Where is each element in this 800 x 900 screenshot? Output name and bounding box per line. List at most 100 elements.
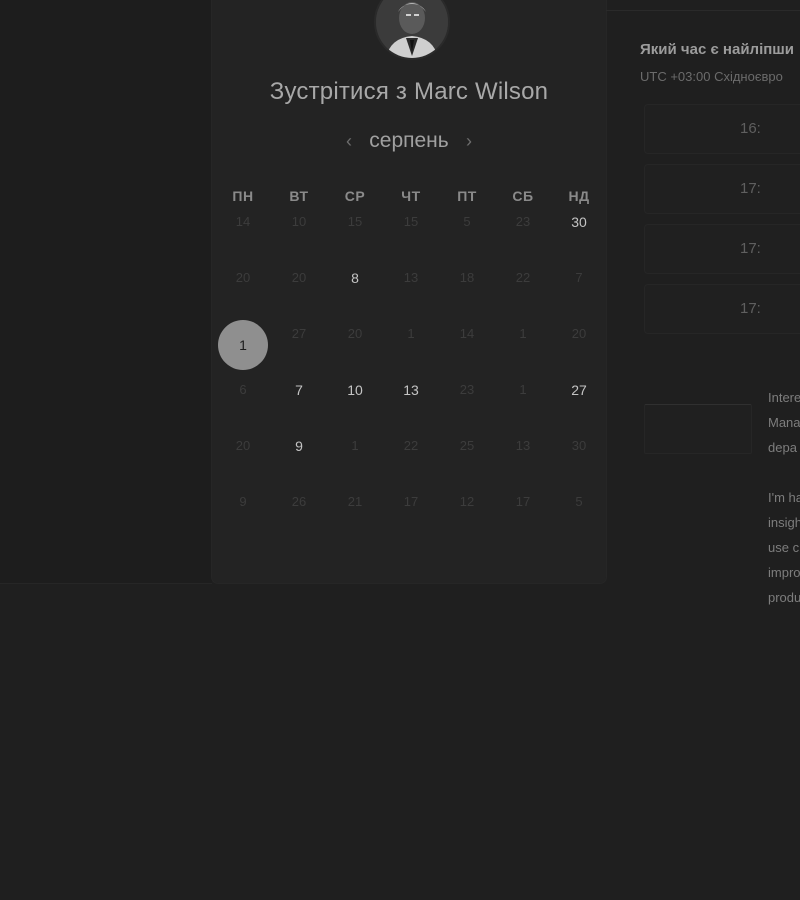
calendar-day-label: 10: [291, 214, 307, 229]
calendar-day-label: 1: [407, 326, 415, 341]
calendar-day-label: 18: [459, 270, 475, 285]
description-line: insigh: [768, 515, 800, 530]
calendar-day-label: 20: [291, 270, 307, 285]
calendar-day-label: 17: [515, 494, 531, 509]
calendar-day: 17: [383, 488, 439, 544]
calendar-day-label: 5: [575, 494, 583, 509]
calendar-day-label: 23: [459, 382, 475, 397]
page-title: Зустрітися з Marc Wilson: [269, 78, 549, 105]
weekday-header: ПН ВТ СР ЧТ ПТ СБ НД: [215, 188, 605, 208]
weekday-label: НД: [568, 188, 590, 204]
calendar-day-label: 20: [235, 270, 251, 285]
divider: [606, 10, 800, 11]
calendar-day[interactable]: 13: [383, 376, 439, 432]
description-line: Intere: [768, 390, 800, 405]
calendar-day: 12: [439, 488, 495, 544]
calendar-day: 1: [495, 320, 551, 376]
time-slot-label: 17:: [740, 300, 761, 317]
calendar-day-label: 22: [515, 270, 531, 285]
calendar-day: 22: [383, 432, 439, 488]
timezone-selector[interactable]: UTC +03:00 Східноєвро: [640, 69, 783, 84]
calendar-day-label: 9: [239, 494, 247, 509]
time-question-heading: Який час є найліпши: [640, 41, 795, 58]
calendar-day-label: 21: [347, 494, 363, 509]
selected-day-circle[interactable]: 1: [218, 320, 268, 370]
weekday-label: ВТ: [289, 188, 309, 204]
calendar-day: 23: [439, 376, 495, 432]
calendar-day-label: 20: [235, 438, 251, 453]
calendar-day-selected[interactable]: 1: [215, 320, 271, 376]
calendar-day: 30: [551, 432, 607, 488]
calendar-day: 5: [551, 488, 607, 544]
calendar-day-label: 10: [347, 382, 363, 398]
calendar-day[interactable]: 30: [551, 208, 607, 264]
calendar-day-label: 12: [459, 494, 475, 509]
calendar-day-label: 13: [403, 270, 419, 285]
calendar-day: 22: [495, 264, 551, 320]
calendar-day: 13: [495, 432, 551, 488]
time-slot-button[interactable]: [644, 104, 800, 154]
calendar-day: 1: [327, 432, 383, 488]
calendar-day: 21: [327, 488, 383, 544]
calendar-day-label: 9: [295, 438, 303, 454]
avatar-image: [376, 0, 448, 58]
calendar-day: 20: [215, 264, 271, 320]
calendar-day-label: 25: [459, 438, 475, 453]
description-line: produ: [768, 590, 800, 605]
weekday-label: ПТ: [457, 188, 477, 204]
calendar-day-label: 15: [403, 214, 419, 229]
weekday-label: СР: [344, 188, 366, 204]
calendar-day: 1: [383, 320, 439, 376]
calendar-day-label: 7: [295, 382, 303, 398]
calendar-day[interactable]: 10: [327, 376, 383, 432]
calendar-day-label: 27: [571, 382, 587, 398]
calendar-day: 15: [327, 208, 383, 264]
calendar-day[interactable]: 27: [551, 376, 607, 432]
calendar-day-label: 23: [515, 214, 531, 229]
time-slot-label: 16:: [740, 120, 761, 137]
calendar-day: 14: [439, 320, 495, 376]
calendar-day: 15: [383, 208, 439, 264]
calendar-day-label: 8: [351, 270, 359, 286]
description-text: I'm ha insigh use c impro produ: [768, 485, 800, 610]
time-slot-button[interactable]: [644, 164, 800, 214]
time-slot-label: 17:: [740, 180, 761, 197]
calendar-day-label: 13: [403, 382, 419, 398]
calendar-day-label: 13: [515, 438, 531, 453]
time-slot-button[interactable]: [644, 284, 800, 334]
calendar-day[interactable]: 9: [271, 432, 327, 488]
calendar-day: 6: [215, 376, 271, 432]
calendar-day: 14: [215, 208, 271, 264]
weekday-label: ПН: [232, 188, 254, 204]
calendar-day: 20: [551, 320, 607, 376]
calendar-day-label: 1: [351, 438, 359, 453]
time-panel: Який час є найліпши UTC +03:00 Східноєвр…: [606, 0, 800, 900]
description-line: Mana: [768, 415, 800, 430]
description-text: Intere Mana depa: [768, 385, 800, 460]
calendar-day[interactable]: 7: [271, 376, 327, 432]
time-slot-button[interactable]: [644, 224, 800, 274]
calendar-day: 10: [271, 208, 327, 264]
avatar: [374, 0, 450, 60]
calendar-day-label: 1: [519, 326, 527, 341]
info-box: [644, 404, 752, 454]
calendar-day-label: 30: [571, 214, 587, 230]
month-navigation: ‹ серпень ›: [212, 126, 606, 156]
chevron-right-icon[interactable]: ›: [459, 129, 479, 153]
calendar-day-label: 6: [239, 382, 247, 397]
calendar-day[interactable]: 8: [327, 264, 383, 320]
calendar-day: 20: [327, 320, 383, 376]
calendar-day: 7: [551, 264, 607, 320]
description-line: impro: [768, 565, 800, 580]
calendar-day-label: 26: [291, 494, 307, 509]
calendar-day: 27: [271, 320, 327, 376]
calendar-day: 5: [439, 208, 495, 264]
calendar-day: 1: [495, 376, 551, 432]
calendar-day: 13: [383, 264, 439, 320]
calendar-day: 20: [215, 432, 271, 488]
calendar-day-label: 27: [291, 326, 307, 341]
calendar-day-label: 17: [403, 494, 419, 509]
chevron-left-icon[interactable]: ‹: [339, 129, 359, 153]
calendar-card: Зустрітися з Marc Wilson ‹ серпень › ПН …: [212, 0, 606, 583]
calendar-day-label: 1: [519, 382, 527, 397]
